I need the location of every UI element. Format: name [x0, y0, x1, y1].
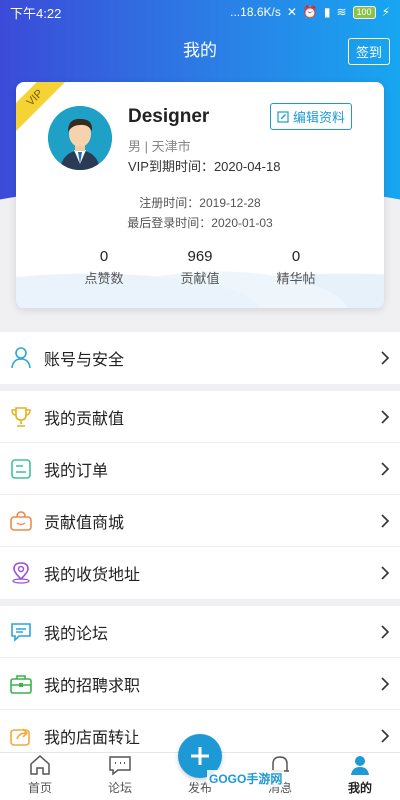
- menu-label: 我的论坛: [44, 625, 109, 643]
- briefcase-icon: [10, 673, 32, 695]
- order-icon: [10, 458, 32, 480]
- chat-icon: [109, 756, 131, 776]
- nav-home[interactable]: 首页: [0, 753, 80, 800]
- signin-button[interactable]: 签到: [347, 38, 390, 65]
- wifi-icon: ≋: [336, 5, 347, 19]
- edit-profile-button[interactable]: 编辑资料: [269, 103, 352, 130]
- bag-icon: [10, 510, 32, 532]
- nav-label: 首页: [27, 781, 52, 795]
- nav-label: 我的: [347, 781, 372, 795]
- stat-value: 0: [99, 248, 109, 265]
- menu-item-my-contribution[interactable]: 我的贡献值: [0, 391, 400, 443]
- profile-icon: [351, 756, 369, 775]
- menu-item-recruitment[interactable]: 我的招聘求职: [0, 658, 400, 710]
- watermark-logo: GOGO手游网: [207, 770, 285, 787]
- menu-item-shipping-address[interactable]: 我的收货地址: [0, 547, 400, 599]
- trophy-icon: [10, 406, 32, 428]
- menu-label: 我的招聘求职: [44, 677, 141, 695]
- nav-label: 论坛: [107, 781, 132, 795]
- edit-profile-label: 编辑资料: [292, 110, 345, 125]
- menu-group-contribution: 我的贡献值 我的订单 贡献值商城 我的收货地址: [0, 391, 400, 599]
- profile-card: VIP Designer 编辑资料 男 | 天津市 VIP到期时间：2020-0…: [16, 82, 384, 308]
- stat-contribution[interactable]: 969 贡献值: [160, 248, 240, 287]
- edit-icon: [277, 110, 289, 123]
- network-speed: ...18.6K/s: [230, 5, 281, 19]
- stat-value: 969: [187, 248, 213, 265]
- register-time: 注册时间：2019-12-28: [139, 196, 261, 210]
- avatar[interactable]: [48, 106, 112, 170]
- home-icon: [30, 754, 50, 775]
- last-login-time: 最后登录时间：2020-01-03: [127, 216, 273, 230]
- chevron-right-icon: [381, 513, 390, 528]
- menu-group-account: 账号与安全: [0, 332, 400, 384]
- plus-icon: [191, 747, 209, 765]
- stat-label: 点赞数: [84, 271, 124, 286]
- menu-label: 我的贡献值: [44, 410, 125, 428]
- stat-value: 0: [291, 248, 301, 265]
- menu-label: 我的收货地址: [44, 567, 141, 584]
- chevron-right-icon: [381, 351, 390, 365]
- menu-item-account-security[interactable]: 账号与安全: [0, 332, 400, 384]
- username: Designer: [128, 106, 210, 127]
- menu-item-my-orders[interactable]: 我的订单: [0, 443, 400, 495]
- chevron-right-icon: [381, 409, 390, 424]
- stat-likes[interactable]: 0 点赞数: [64, 248, 144, 287]
- signal-icon: ▮: [323, 5, 331, 19]
- stat-label: 贡献值: [180, 271, 220, 286]
- chevron-right-icon: [381, 676, 390, 691]
- vip-expire-time: VIP到期时间：2020-04-18: [128, 159, 281, 174]
- nav-mine[interactable]: 我的: [320, 753, 400, 800]
- user-icon: [10, 347, 32, 369]
- location-icon: [10, 562, 32, 584]
- menu-label: 账号与安全: [44, 352, 125, 369]
- menu-label: 贡献值商城: [44, 514, 125, 532]
- charging-icon: ⚡: [381, 5, 390, 19]
- stat-label: 精华帖: [276, 271, 316, 286]
- chevron-right-icon: [381, 624, 390, 639]
- status-time: 下午4:22: [10, 5, 62, 21]
- nav-forum[interactable]: 论坛: [80, 753, 160, 800]
- stat-featured-posts[interactable]: 0 精华帖: [256, 248, 336, 287]
- battery-icon: 100: [352, 5, 376, 19]
- forum-icon: [10, 621, 32, 643]
- menu-item-contribution-mall[interactable]: 贡献值商城: [0, 495, 400, 547]
- profile-stats: 0 点赞数 969 贡献值 0 精华帖: [64, 248, 336, 287]
- chevron-right-icon: [381, 729, 390, 743]
- alarm-icon: ⏰: [302, 5, 318, 19]
- chevron-right-icon: [381, 461, 390, 476]
- mute-icon: ✕: [286, 5, 297, 19]
- gender-city: 男 | 天津市: [128, 139, 191, 154]
- chevron-right-icon: [381, 566, 390, 580]
- share-icon: [10, 725, 32, 747]
- menu-item-my-forum[interactable]: 我的论坛: [0, 606, 400, 658]
- page-title: 我的: [183, 40, 217, 60]
- status-bar: 下午4:22 ...18.6K/s ✕ ⏰ ▮ ≋ 100 ⚡: [0, 0, 400, 24]
- avatar-illustration: [48, 106, 112, 170]
- menu-label: 我的订单: [44, 462, 109, 480]
